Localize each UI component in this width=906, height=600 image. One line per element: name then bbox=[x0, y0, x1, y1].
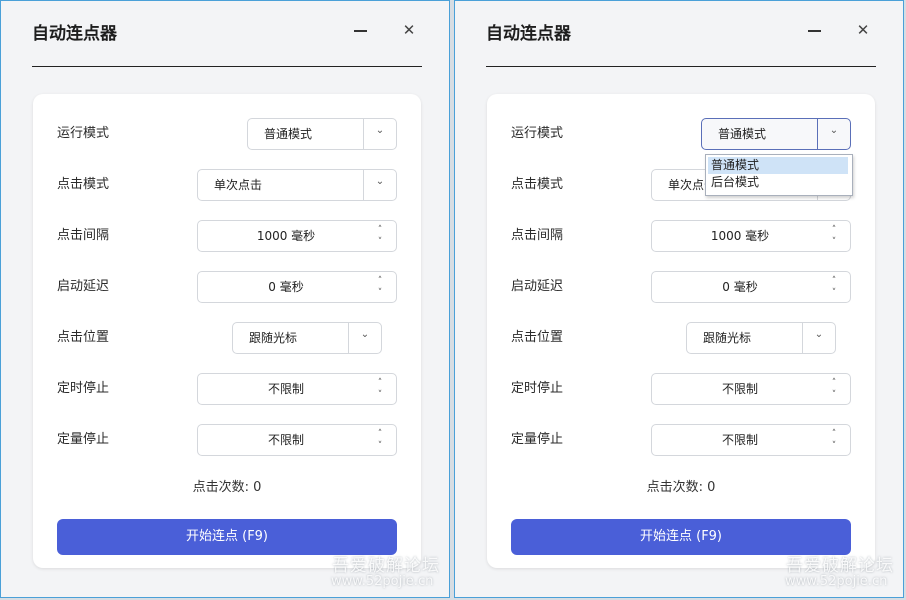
spin-down-icon[interactable]: ˅ bbox=[828, 287, 840, 299]
watermark-text: 吾爱破解论坛 bbox=[786, 556, 894, 576]
click-mode-value: 单次点击 bbox=[214, 178, 263, 192]
run-mode-label: 运行模式 bbox=[511, 126, 564, 141]
click-position-select[interactable]: 跟随光标 bbox=[686, 322, 836, 354]
dropdown-option-normal[interactable]: 普通模式 bbox=[708, 157, 848, 174]
timed-stop-label: 定时停止 bbox=[57, 381, 110, 396]
run-mode-select[interactable]: 普通模式 bbox=[701, 118, 851, 150]
spin-up-icon[interactable]: ˄ bbox=[374, 377, 386, 389]
run-mode-value: 普通模式 bbox=[264, 127, 313, 141]
start-clicking-button[interactable]: 开始连点 (F9) bbox=[511, 519, 851, 555]
spin-down-icon[interactable]: ˅ bbox=[828, 440, 840, 452]
count-stop-value: 不限制 bbox=[267, 433, 304, 447]
watermark-text: 吾爱破解论坛 bbox=[332, 556, 440, 576]
click-count-text: 点击次数: 0 bbox=[192, 480, 262, 495]
click-position-value: 跟随光标 bbox=[703, 331, 752, 345]
spin-up-icon[interactable]: ˄ bbox=[374, 275, 386, 287]
settings-panel: 运行模式 普通模式 点击模式 单次点击 点击间隔 1000 毫秒 ˄ ˅ 启动延… bbox=[33, 94, 421, 568]
click-mode-label: 点击模式 bbox=[511, 177, 564, 192]
count-stop-spinbox[interactable]: 不限制 ˄ ˅ bbox=[197, 424, 397, 456]
title-divider bbox=[32, 66, 422, 67]
settings-panel: 运行模式 普通模式 普通模式 后台模式 点击模式 单次点击 点击间隔 1000 … bbox=[487, 94, 875, 568]
chevron-down-icon[interactable] bbox=[817, 119, 850, 149]
click-interval-spinbox[interactable]: 1000 毫秒 ˄ ˅ bbox=[197, 220, 397, 252]
click-position-label: 点击位置 bbox=[511, 330, 564, 345]
run-mode-value: 普通模式 bbox=[718, 127, 767, 141]
timed-stop-spinbox[interactable]: 不限制 ˄ ˅ bbox=[197, 373, 397, 405]
start-delay-value: 0 毫秒 bbox=[722, 280, 758, 294]
click-interval-label: 点击间隔 bbox=[511, 228, 564, 243]
spin-down-icon[interactable]: ˅ bbox=[828, 389, 840, 401]
click-position-select[interactable]: 跟随光标 bbox=[232, 322, 382, 354]
start-delay-label: 启动延迟 bbox=[511, 279, 564, 294]
chevron-down-icon[interactable] bbox=[348, 323, 381, 353]
spin-up-icon[interactable]: ˄ bbox=[828, 428, 840, 440]
timed-stop-spinbox[interactable]: 不限制 ˄ ˅ bbox=[651, 373, 851, 405]
spin-down-icon[interactable]: ˅ bbox=[374, 389, 386, 401]
start-delay-label: 启动延迟 bbox=[57, 279, 110, 294]
spin-down-icon[interactable]: ˅ bbox=[374, 440, 386, 452]
close-button[interactable]: ✕ bbox=[853, 20, 873, 40]
start-delay-spinbox[interactable]: 0 毫秒 ˄ ˅ bbox=[197, 271, 397, 303]
close-button[interactable]: ✕ bbox=[399, 20, 419, 40]
click-count-text: 点击次数: 0 bbox=[646, 480, 716, 495]
app-window-right: 自动连点器 ✕ 运行模式 普通模式 普通模式 后台模式 点击模式 单次点击 点击… bbox=[454, 0, 904, 598]
click-position-label: 点击位置 bbox=[57, 330, 110, 345]
count-stop-spinbox[interactable]: 不限制 ˄ ˅ bbox=[651, 424, 851, 456]
spin-down-icon[interactable]: ˅ bbox=[374, 236, 386, 248]
spin-down-icon[interactable]: ˅ bbox=[828, 236, 840, 248]
start-delay-value: 0 毫秒 bbox=[268, 280, 304, 294]
timed-stop-value: 不限制 bbox=[267, 382, 304, 396]
watermark-url: www.52pojie.cn bbox=[331, 574, 434, 589]
timed-stop-value: 不限制 bbox=[721, 382, 758, 396]
start-delay-spinbox[interactable]: 0 毫秒 ˄ ˅ bbox=[651, 271, 851, 303]
title-divider bbox=[486, 66, 876, 67]
chevron-down-icon[interactable] bbox=[363, 119, 396, 149]
count-stop-label: 定量停止 bbox=[511, 432, 564, 447]
window-title: 自动连点器 bbox=[486, 24, 571, 44]
run-mode-dropdown-list: 普通模式 后台模式 bbox=[705, 154, 853, 196]
minimize-button[interactable] bbox=[805, 21, 825, 41]
count-stop-label: 定量停止 bbox=[57, 432, 110, 447]
chevron-down-icon[interactable] bbox=[363, 170, 396, 200]
click-mode-label: 点击模式 bbox=[57, 177, 110, 192]
click-interval-value: 1000 毫秒 bbox=[710, 229, 770, 243]
spin-up-icon[interactable]: ˄ bbox=[828, 224, 840, 236]
count-stop-value: 不限制 bbox=[721, 433, 758, 447]
click-position-value: 跟随光标 bbox=[249, 331, 298, 345]
click-interval-value: 1000 毫秒 bbox=[256, 229, 316, 243]
run-mode-select[interactable]: 普通模式 bbox=[247, 118, 397, 150]
spin-down-icon[interactable]: ˅ bbox=[374, 287, 386, 299]
watermark-url: www.52pojie.cn bbox=[785, 574, 888, 589]
spin-up-icon[interactable]: ˄ bbox=[828, 275, 840, 287]
minimize-button[interactable] bbox=[351, 21, 371, 41]
run-mode-label: 运行模式 bbox=[57, 126, 110, 141]
timed-stop-label: 定时停止 bbox=[511, 381, 564, 396]
click-interval-label: 点击间隔 bbox=[57, 228, 110, 243]
click-interval-spinbox[interactable]: 1000 毫秒 ˄ ˅ bbox=[651, 220, 851, 252]
dropdown-option-background[interactable]: 后台模式 bbox=[708, 174, 848, 191]
window-title: 自动连点器 bbox=[32, 24, 117, 44]
chevron-down-icon[interactable] bbox=[802, 323, 835, 353]
start-clicking-button[interactable]: 开始连点 (F9) bbox=[57, 519, 397, 555]
app-window-left: 自动连点器 ✕ 运行模式 普通模式 点击模式 单次点击 点击间隔 1000 毫秒… bbox=[0, 0, 450, 598]
click-mode-select[interactable]: 单次点击 bbox=[197, 169, 397, 201]
spin-up-icon[interactable]: ˄ bbox=[828, 377, 840, 389]
spin-up-icon[interactable]: ˄ bbox=[374, 428, 386, 440]
spin-up-icon[interactable]: ˄ bbox=[374, 224, 386, 236]
